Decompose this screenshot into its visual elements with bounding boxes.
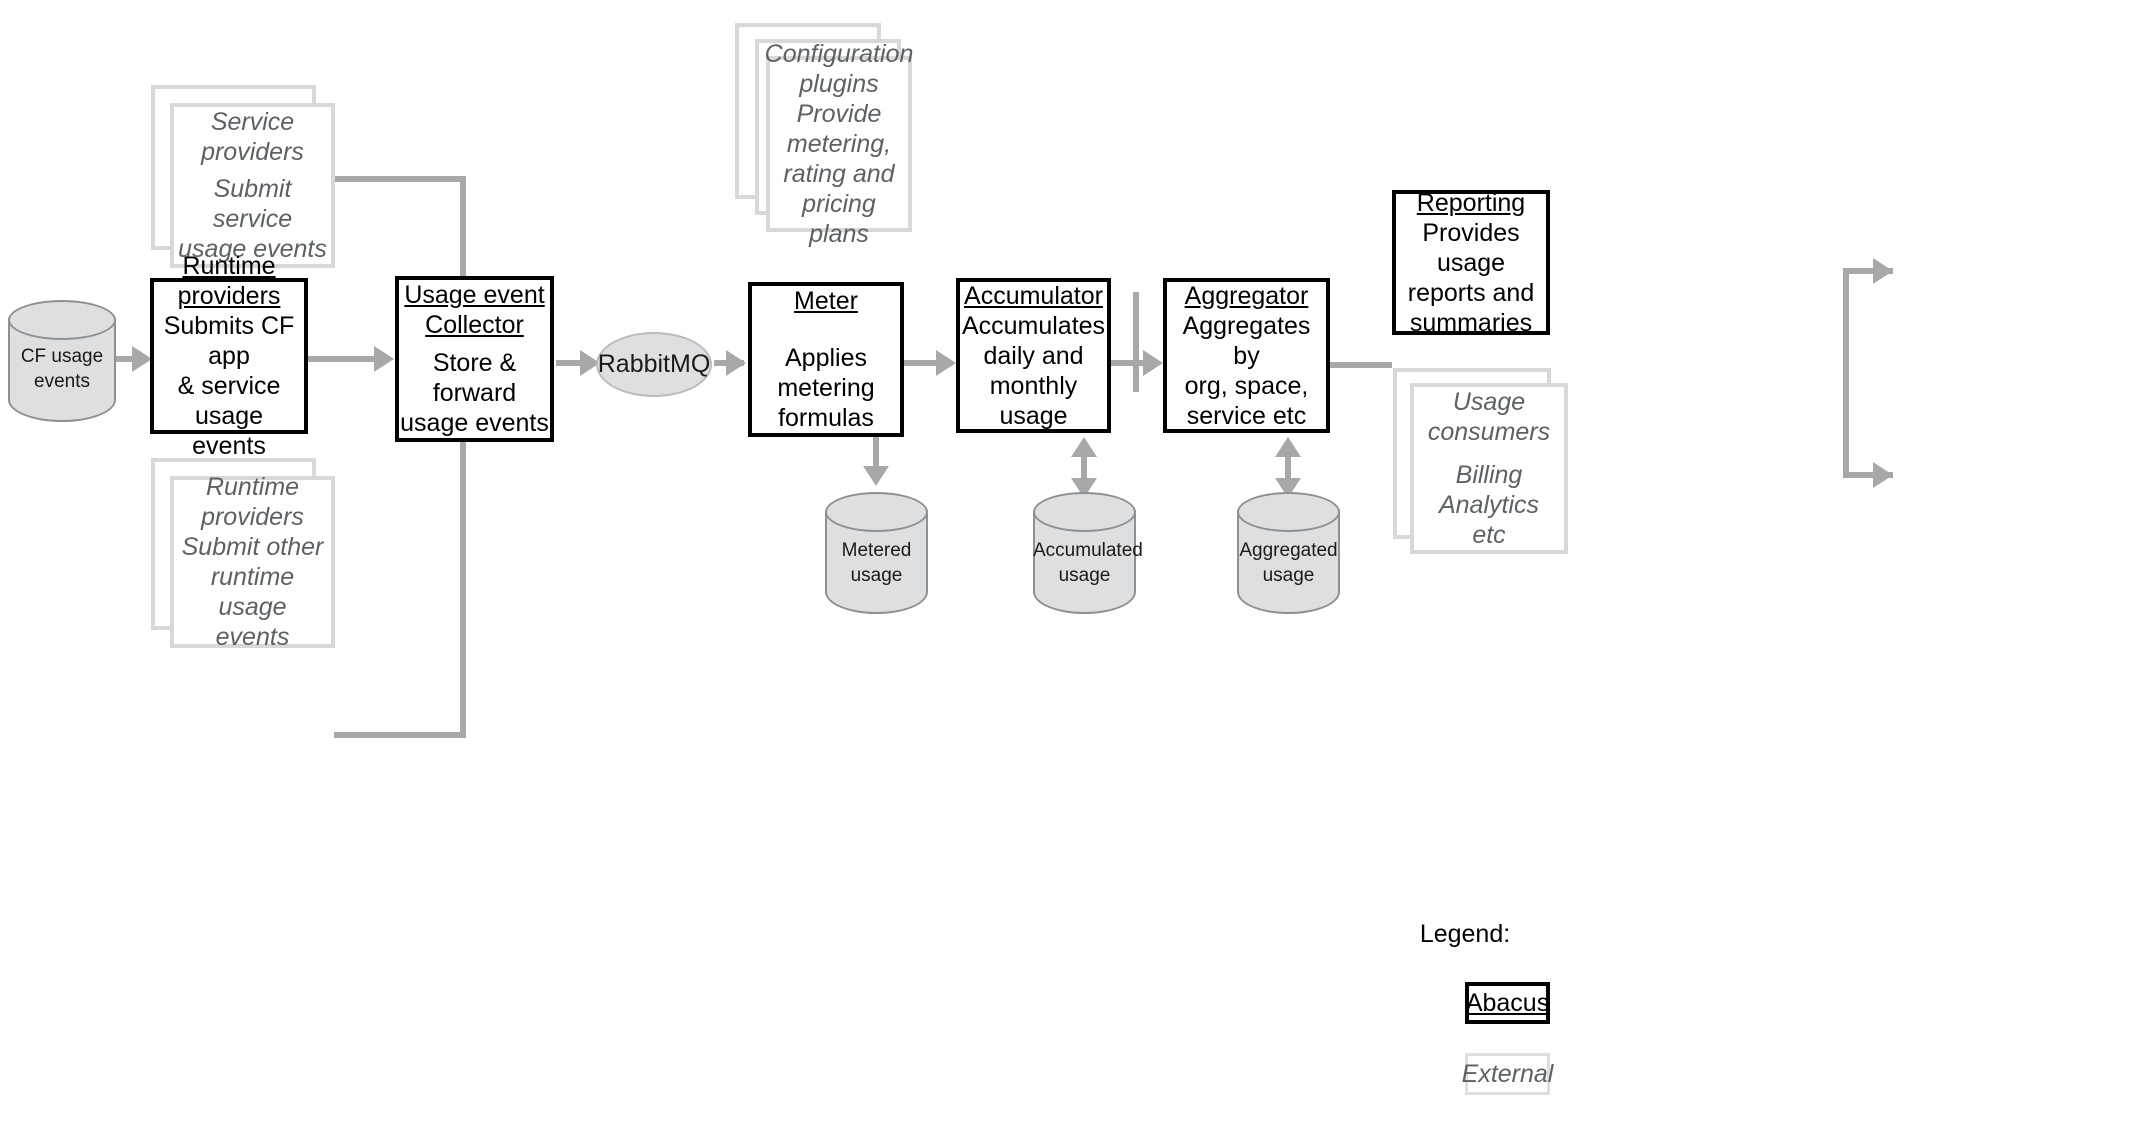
arrowhead-cfstore-to-runtime-providers (132, 346, 152, 372)
connector-accumulator-to-aggregator (1111, 360, 1147, 366)
arrowhead-rabbitmq-to-meter (726, 350, 746, 376)
node-meter[interactable]: Meter Applies metering formulas (748, 282, 904, 437)
collector-desc-line1: Store & forward (432, 349, 517, 407)
accumulator-desc-line1: Accumulates (961, 311, 1106, 340)
datastore-aggregated-usage: Aggregated usage (1237, 492, 1340, 614)
arrowhead-aggregated-usage-up (1275, 437, 1301, 457)
connector-split-trunk (1843, 268, 1849, 478)
node-usage-consumers[interactable]: Usage consumers Billing Analytics etc (1410, 383, 1568, 554)
runtime-providers-external-title-line1: Runtime (205, 473, 300, 501)
datastore-metered-usage: Metered usage (825, 492, 928, 614)
config-plugins-desc-line2: rating and pricing (783, 160, 895, 218)
legend-external-label: External (1461, 1059, 1554, 1088)
runtime-providers-external-desc-line2: runtime usage (210, 563, 295, 621)
aggregator-desc-line2: org, space, (1184, 371, 1309, 400)
cylinder-top (825, 492, 928, 532)
node-reporting[interactable]: Reporting Provides usage reports and sum… (1392, 188, 1550, 337)
service-providers-title-line1: Service (210, 108, 295, 136)
config-plugins-desc-line1: Provide metering, (786, 100, 892, 158)
node-aggregator[interactable]: Aggregator Aggregates by org, space, ser… (1163, 278, 1330, 433)
runtime-providers-external-title-line2: providers (201, 503, 304, 531)
collector-title-line2: Collector (425, 311, 524, 339)
arrowhead-split-to-usage-consumers (1873, 462, 1893, 488)
runtime-providers-external-desc-line1: Submit other (181, 533, 324, 561)
config-plugins-title-line2: plugins (799, 70, 879, 98)
connector-external-providers-trunk (460, 176, 466, 738)
architecture-diagram: CF usage events Service providers Submit… (0, 0, 2154, 1140)
datastore-label-line1: Metered (841, 540, 912, 561)
usage-consumers-title-line2: consumers (1427, 418, 1551, 446)
arrowhead-meter-to-metered-usage (863, 466, 889, 486)
arrowhead-accumulated-usage-up (1071, 437, 1097, 457)
config-plugins-title-line1: Configuration (764, 40, 914, 68)
node-configuration-plugins[interactable]: Configuration plugins Provide metering, … (765, 40, 914, 248)
aggregator-desc-line3: service etc (1186, 401, 1307, 430)
service-providers-desc-line1: Submit service (212, 175, 293, 233)
node-service-providers[interactable]: Service providers Submit service usage e… (170, 103, 335, 268)
arrowhead-meter-to-accumulator (936, 350, 956, 376)
usage-consumers-title-line1: Usage (1452, 388, 1526, 416)
legend-external-key: External (1462, 1053, 1553, 1095)
accumulator-title: Accumulator (964, 281, 1103, 310)
reporting-desc-line3: summaries (1409, 308, 1533, 337)
legend-abacus-key: Abacus (1465, 982, 1550, 1024)
connector-runtime-providers-to-collector (308, 356, 378, 362)
arrowhead-runtime-providers-to-collector (374, 346, 394, 372)
runtime-providers-desc-line3: events (192, 432, 266, 460)
service-providers-title-line2: providers (201, 138, 304, 166)
datastore-accumulated-usage: Accumulated usage (1033, 492, 1143, 614)
reporting-title: Reporting (1416, 188, 1526, 217)
usage-consumers-desc-line2: Analytics (1438, 491, 1540, 519)
runtime-providers-desc-line2: & service usage (177, 372, 281, 430)
datastore-label-line2: usage (850, 565, 903, 586)
runtime-providers-title-line2: providers (177, 282, 281, 310)
usage-consumers-desc-line1: Billing (1455, 461, 1523, 489)
runtime-providers-desc-line1: Submits CF app (163, 312, 295, 370)
reporting-desc-line1: Provides usage (1422, 218, 1520, 277)
collector-desc-line2: usage events (400, 409, 549, 437)
accumulator-desc-line3: monthly usage (989, 371, 1078, 430)
aggregator-title: Aggregator (1184, 281, 1309, 310)
datastore-label-line2: usage (1262, 565, 1315, 586)
cylinder-top (8, 300, 116, 340)
connector-aggregator-to-split (1330, 362, 1392, 368)
node-runtime-providers-external[interactable]: Runtime providers Submit other runtime u… (170, 473, 335, 651)
legend-abacus-label: Abacus (1465, 988, 1550, 1017)
arrowhead-accumulator-to-aggregator (1143, 350, 1163, 376)
cylinder-top (1033, 492, 1136, 532)
config-plugins-desc-line3: plans (809, 220, 869, 248)
meter-desc-line1: Applies (785, 344, 867, 372)
arrowhead-split-to-reporting (1873, 258, 1893, 284)
node-runtime-providers-internal[interactable]: Runtime providers Submits CF app & servi… (150, 252, 308, 460)
connector-meter-to-accumulator (904, 360, 940, 366)
datastore-label-line1: CF usage (20, 346, 104, 367)
meter-title: Meter (794, 287, 858, 315)
runtime-providers-title-line1: Runtime (182, 252, 276, 280)
connector-config-plugins-to-meter (1133, 292, 1139, 392)
connector-service-providers-stub (334, 176, 466, 182)
node-usage-event-collector[interactable]: Usage event Collector Store & forward us… (395, 276, 554, 442)
datastore-label-line1: Aggregated (1239, 540, 1338, 561)
usage-consumers-desc-line3: etc (1472, 521, 1506, 549)
legend-title: Legend: (1419, 920, 1511, 948)
node-accumulator[interactable]: Accumulator Accumulates daily and monthl… (956, 278, 1111, 433)
datastore-label-line1: Accumulated (1033, 540, 1143, 561)
reporting-desc-line2: reports and (1407, 278, 1535, 307)
meter-desc-line2: metering (777, 374, 875, 402)
connector-runtime-providers-external-stub (334, 732, 466, 738)
runtime-providers-external-desc-line3: events (215, 623, 290, 651)
datastore-cf-usage-events: CF usage events (8, 300, 116, 422)
meter-desc-line3: formulas (778, 404, 874, 432)
node-rabbitmq[interactable]: RabbitMQ (596, 332, 712, 397)
datastore-label-line2: usage (1058, 565, 1111, 586)
collector-title-line1: Usage event (404, 281, 545, 309)
cylinder-top (1237, 492, 1340, 532)
aggregator-desc-line1: Aggregates by (1182, 311, 1311, 370)
datastore-label-line2: events (34, 371, 90, 392)
accumulator-desc-line2: daily and (983, 341, 1084, 370)
